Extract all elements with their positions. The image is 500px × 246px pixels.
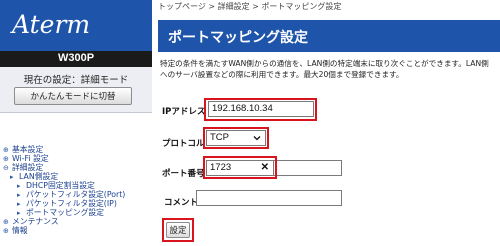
protocol-label: プロトコル (162, 139, 205, 149)
page-description: 特定の条件を満たすWAN側からの通信を、LAN側の特定端末に取り次ぐことができま… (160, 59, 489, 79)
nav-item-label: メンテナンス (12, 217, 59, 226)
ip-address-label: IPアドレス (162, 107, 206, 117)
protocol-select[interactable]: TCP (206, 130, 266, 146)
nav-item-dhcp[interactable]: ▸ DHCP固定割当設定 (3, 181, 153, 190)
nav-item-label: Wi-Fi 設定 (12, 154, 49, 163)
simple-mode-button[interactable]: かんたんモードに切替 (14, 87, 132, 105)
logo-panel: Aterm W300P (0, 0, 152, 67)
chevron-down-icon (253, 136, 261, 141)
port-value: 1723 (210, 162, 232, 173)
nav-item-label: LAN側設定 (19, 172, 59, 181)
nav-item-label: 基本設定 (12, 145, 44, 154)
nav-item-basic[interactable]: ⊕ 基本設定 (3, 145, 153, 154)
comment-label: コメント (164, 198, 199, 208)
port-number-input[interactable]: 1723 ✕ (206, 160, 274, 176)
nav-item-lan[interactable]: ▸ LAN側設定 (3, 172, 153, 181)
nav-item-label: 詳細設定 (12, 163, 44, 172)
nav-item-port-mapping[interactable]: ▸ ポートマッピング設定 (3, 208, 153, 217)
plus-circle-icon: ⊕ (3, 227, 9, 235)
nav-item-wifi[interactable]: ⊕ Wi-Fi 設定 (3, 154, 153, 163)
model-bar: W300P (0, 51, 152, 67)
ip-address-input[interactable]: 192.168.10.34 (208, 101, 314, 117)
protocol-value: TCP (210, 132, 229, 143)
nav-item-maintenance[interactable]: ⊕ メンテナンス (3, 217, 153, 226)
comment-input[interactable] (196, 190, 342, 206)
nav-menu: ⊕ 基本設定 ⊕ Wi-Fi 設定 ⊖ 詳細設定 ▸ LAN側設定 ▸ DHCP固定割当設… (3, 145, 153, 235)
model-name: W300P (57, 52, 95, 64)
main-content: トップページ > 詳細設定 > ポートマッピング設定 ポートマッピング設定 特定… (152, 0, 500, 246)
page-title: ポートマッピング設定 (168, 30, 308, 46)
aterm-logo: Aterm (12, 10, 91, 39)
title-bar: ポートマッピング設定 (158, 20, 500, 52)
current-setting-label: 現在の設定：詳細モード (23, 75, 129, 86)
nav-item-label: DHCP固定割当設定 (26, 181, 95, 190)
breadcrumb[interactable]: トップページ > 詳細設定 > ポートマッピング設定 (158, 1, 341, 12)
submit-button[interactable]: 設定 (166, 222, 190, 238)
sidebar: Aterm W300P 現在の設定：詳細モード かんたんモードに切替 ⊕ 基本設定… (0, 0, 152, 246)
clear-x-icon[interactable]: ✕ (261, 163, 269, 173)
nav-item-label: 情報 (12, 226, 28, 235)
nav-item-advanced[interactable]: ⊖ 詳細設定 (3, 163, 153, 172)
mode-panel: 現在の設定：詳細モード かんたんモードに切替 (0, 67, 152, 113)
nav-item-label: パケットフィルタ設定(Port) (26, 190, 126, 199)
nav-item-label: ポートマッピング設定 (26, 208, 104, 217)
nav-item-info[interactable]: ⊕ 情報 (3, 226, 153, 235)
nav-item-label: パケットフィルタ設定(IP) (26, 199, 117, 208)
nav-item-filter-ip[interactable]: ▸ パケットフィルタ設定(IP) (3, 199, 153, 208)
nav-item-filter-port[interactable]: ▸ パケットフィルタ設定(Port) (3, 190, 153, 199)
port-label: ポート番号 (162, 169, 205, 179)
